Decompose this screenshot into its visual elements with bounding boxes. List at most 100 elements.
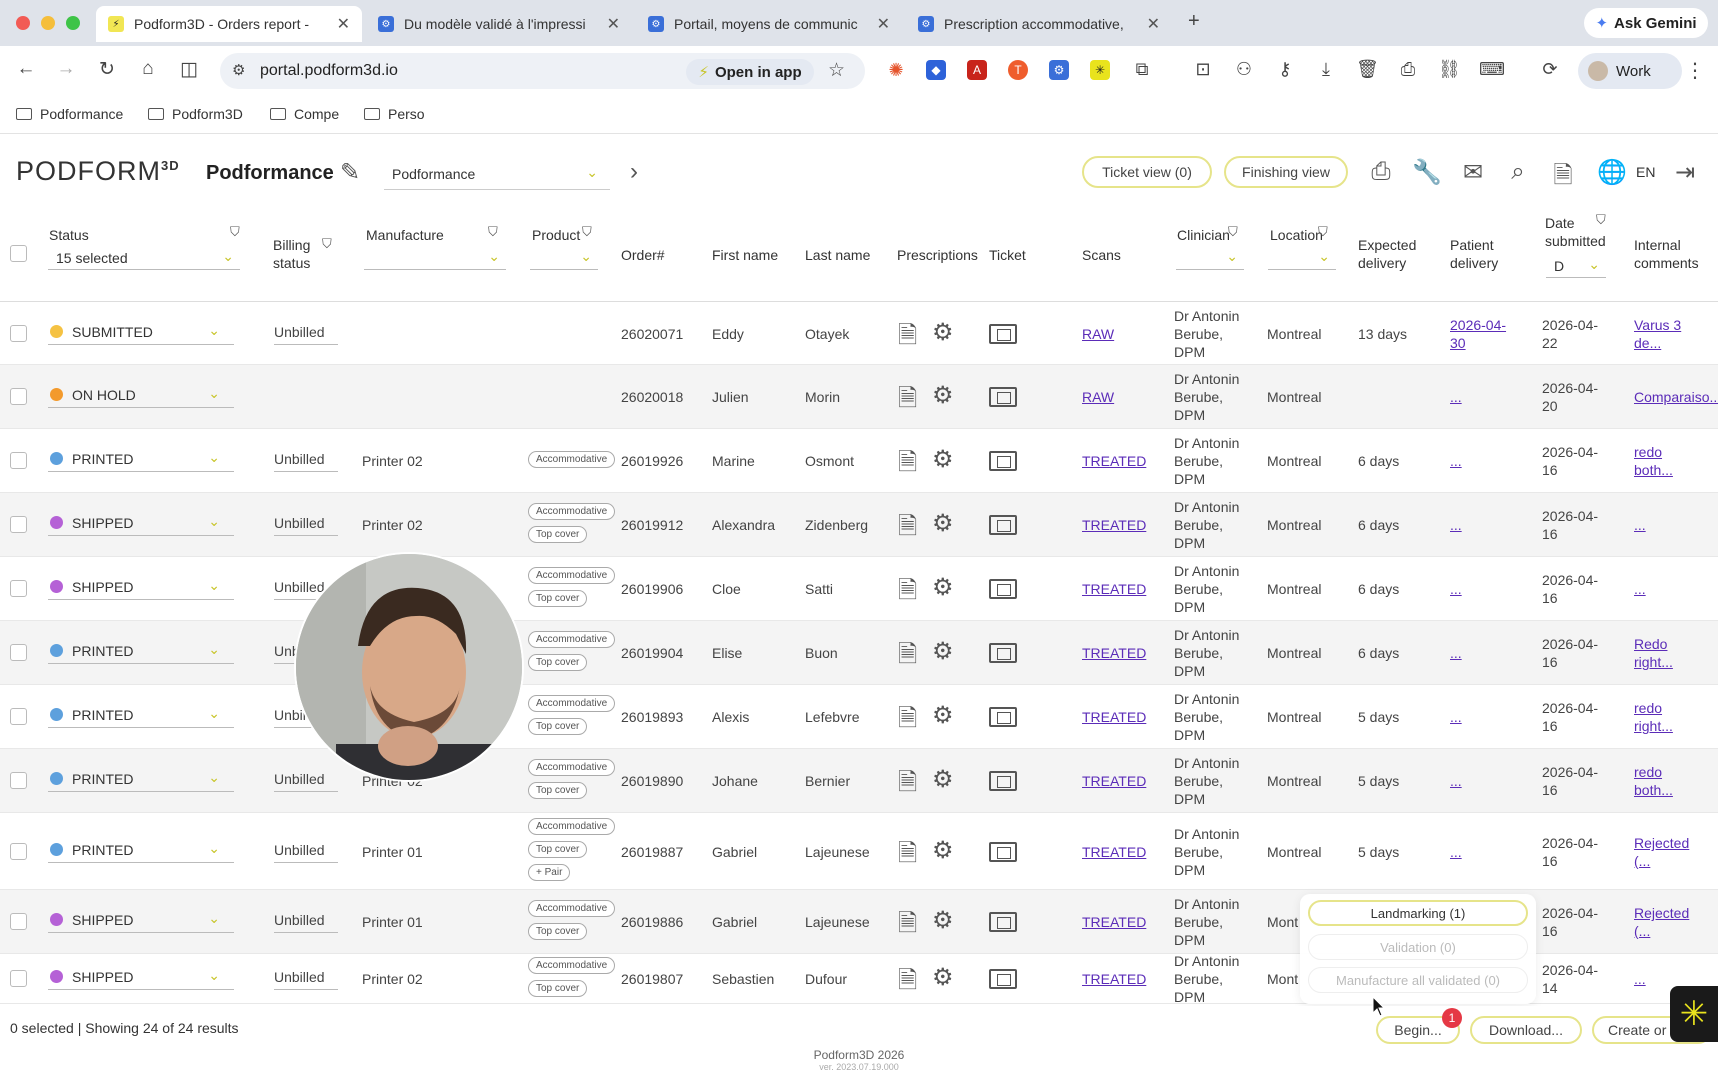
wrench-icon[interactable]: 🔧	[1412, 158, 1442, 187]
prescription-document-icon[interactable]: 🗎	[898, 906, 917, 947]
table-row[interactable]: ON HOLD ⌄ 26020018 Julien Morin 🗎 ⚙ RAW Dr Ant…	[0, 365, 1718, 429]
billing-status[interactable]: Unbilled	[274, 448, 338, 472]
patient-delivery-link[interactable]: ...	[1450, 580, 1462, 598]
manufacture-all-validated-button[interactable]: Manufacture all validated (0)	[1308, 967, 1528, 993]
patient-delivery-link[interactable]: ...	[1450, 452, 1462, 470]
status-select[interactable]: SHIPPED ⌄	[48, 966, 234, 990]
patient-delivery-link[interactable]: ...	[1450, 772, 1462, 790]
internal-comment-link[interactable]: redo both...	[1634, 763, 1673, 799]
prescription-document-icon[interactable]: 🗎	[898, 381, 917, 422]
ticket-icon[interactable]	[989, 451, 1017, 471]
ticket-view-button[interactable]: Ticket view (0)	[1082, 156, 1212, 188]
billing-filter-icon[interactable]: ⛉	[322, 236, 332, 252]
internal-comment-link[interactable]: redo right...	[1634, 699, 1673, 735]
logout-icon[interactable]: ⇥	[1670, 158, 1700, 187]
close-tab-icon[interactable]: ✕	[1147, 14, 1160, 34]
product-filter-select[interactable]: ⌄	[530, 246, 598, 270]
scan-link[interactable]: TREATED	[1082, 644, 1146, 662]
scan-link[interactable]: TREATED	[1082, 580, 1146, 598]
status-filter-icon[interactable]: ⛉	[230, 224, 240, 240]
status-select[interactable]: PRINTED ⌄	[48, 704, 234, 728]
search-icon[interactable]: ⌕	[1503, 158, 1533, 186]
bookmark-folder-podformance[interactable]: Podformance	[16, 106, 123, 122]
validation-button[interactable]: Validation (0)	[1308, 934, 1528, 960]
internal-comment-link[interactable]: Varus 3 de...	[1634, 316, 1681, 352]
gear-icon[interactable]: ⚙	[932, 701, 954, 730]
table-row[interactable]: PRINTED ⌄ Unbilled Printer 02 Accommodati…	[0, 429, 1718, 493]
internal-comment-link[interactable]: Rejected (...	[1634, 904, 1689, 940]
chevron-right-icon[interactable]: ›	[630, 158, 638, 186]
table-row[interactable]: SHIPPED ⌄ Unbilled Printer 02 Accommodati…	[0, 493, 1718, 557]
table-row[interactable]: SHIPPED ⌄ Unbilled Accommodative Top cove…	[0, 557, 1718, 621]
close-tab-icon[interactable]: ✕	[877, 14, 890, 34]
browser-tab-3[interactable]: ⚙ Portail, moyens de communic ✕	[636, 6, 902, 42]
status-select[interactable]: PRINTED ⌄	[48, 839, 234, 863]
language-label[interactable]: EN	[1636, 164, 1655, 180]
row-checkbox[interactable]	[10, 913, 27, 930]
scan-link[interactable]: TREATED	[1082, 516, 1146, 534]
bookmark-star-icon[interactable]: ☆	[828, 59, 845, 82]
patient-delivery-link[interactable]: ...	[1450, 388, 1462, 406]
close-tab-icon[interactable]: ✕	[337, 14, 350, 34]
globe-icon[interactable]: 🌐	[1597, 158, 1627, 187]
status-select[interactable]: SHIPPED ⌄	[48, 576, 234, 600]
ticket-icon[interactable]	[989, 643, 1017, 663]
reload-icon[interactable]: ↻	[95, 58, 119, 81]
row-checkbox[interactable]	[10, 644, 27, 661]
new-tab-icon[interactable]: +	[1188, 10, 1200, 33]
ticket-icon[interactable]	[989, 969, 1017, 989]
extension-pdf-icon[interactable]: A	[967, 60, 987, 80]
prescription-document-icon[interactable]: 🗎	[898, 765, 917, 806]
status-select[interactable]: SUBMITTED ⌄	[48, 321, 234, 345]
gear-icon[interactable]: ⚙	[932, 445, 954, 474]
prescription-document-icon[interactable]: 🗎	[898, 637, 917, 678]
minimize-window-button[interactable]	[41, 16, 55, 30]
browser-menu-icon[interactable]: ⋮	[1685, 58, 1705, 83]
date-filter-icon[interactable]: ⛉	[1596, 212, 1606, 228]
row-checkbox[interactable]	[10, 970, 27, 987]
row-checkbox[interactable]	[10, 388, 27, 405]
row-checkbox[interactable]	[10, 452, 27, 469]
scan-link[interactable]: TREATED	[1082, 913, 1146, 931]
patient-delivery-link[interactable]: ...	[1450, 708, 1462, 726]
row-checkbox[interactable]	[10, 772, 27, 789]
ticket-icon[interactable]	[989, 324, 1017, 344]
print-icon[interactable]: ⎙	[1397, 59, 1419, 80]
bookmark-folder-podform3d[interactable]: Podform3D	[148, 106, 243, 122]
ticket-icon[interactable]	[989, 387, 1017, 407]
prescription-document-icon[interactable]: 🗎	[898, 573, 917, 614]
billing-status[interactable]: Unbilled	[274, 966, 338, 990]
manufacture-filter-icon[interactable]: ⛉	[488, 224, 498, 240]
status-select[interactable]: PRINTED ⌄	[48, 640, 234, 664]
scan-link[interactable]: TREATED	[1082, 452, 1146, 470]
status-select[interactable]: PRINTED ⌄	[48, 768, 234, 792]
extension-shield-icon[interactable]: ◆	[926, 60, 946, 80]
finishing-view-button[interactable]: Finishing view	[1224, 156, 1348, 188]
close-window-button[interactable]	[16, 16, 30, 30]
status-select[interactable]: SHIPPED ⌄	[48, 909, 234, 933]
status-select[interactable]: PRINTED ⌄	[48, 448, 234, 472]
link-icon[interactable]: ⛓	[1438, 59, 1461, 80]
gear-icon[interactable]: ⚙	[932, 637, 954, 666]
billing-status[interactable]: Unbilled	[274, 839, 338, 863]
podform-logo[interactable]: PODFORM3D	[16, 156, 180, 187]
extensions-puzzle-icon[interactable]: ⧉	[1131, 59, 1153, 80]
key-icon[interactable]: ⚷	[1274, 59, 1296, 80]
product-filter-icon[interactable]: ⛉	[582, 224, 592, 240]
incognito-icon[interactable]: ⚇	[1233, 59, 1255, 80]
table-row[interactable]: SUBMITTED ⌄ Unbilled 26020071 Eddy Otayek 🗎…	[0, 302, 1718, 365]
status-select[interactable]: SHIPPED ⌄	[48, 512, 234, 536]
extension-orange-icon[interactable]: T	[1008, 60, 1028, 80]
billing-status[interactable]: Unbilled	[274, 512, 338, 536]
ticket-icon[interactable]	[989, 771, 1017, 791]
scan-link[interactable]: RAW	[1082, 325, 1114, 343]
split-view-icon[interactable]: ◫	[177, 58, 201, 81]
ticket-icon[interactable]	[989, 912, 1017, 932]
location-filter-select[interactable]: ⌄	[1268, 246, 1336, 270]
prescription-document-icon[interactable]: 🗎	[898, 836, 917, 877]
gear-icon[interactable]: ⚙	[932, 836, 954, 865]
status-select[interactable]: ON HOLD ⌄	[48, 384, 234, 408]
mail-icon[interactable]: ✉	[1458, 158, 1488, 187]
status-filter-select[interactable]: 15 selected ⌄	[48, 246, 240, 270]
print-icon[interactable]: ⎙	[1366, 158, 1396, 186]
